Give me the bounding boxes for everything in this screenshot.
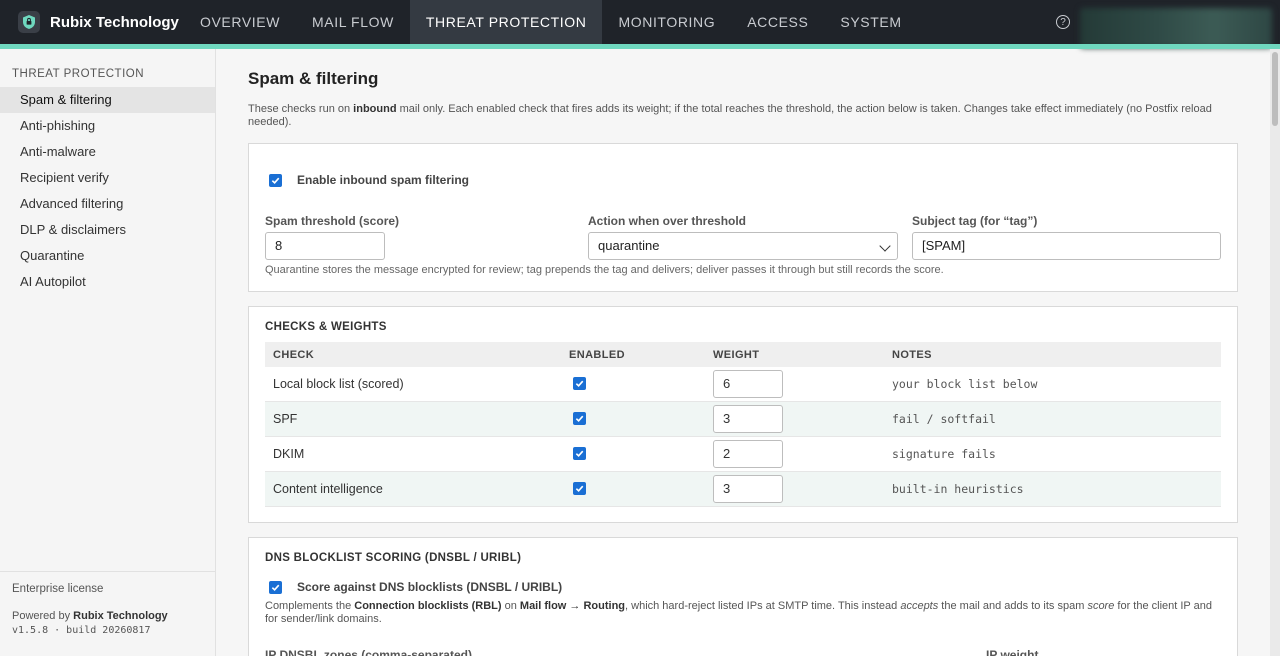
check-weight-input[interactable]: 3 <box>713 475 783 503</box>
header-check: CHECK <box>273 348 315 361</box>
check-enabled-checkbox[interactable] <box>573 482 586 495</box>
page-intro: These checks run on inbound mail only. E… <box>248 103 1238 129</box>
check-notes: built-in heuristics <box>892 482 1024 496</box>
dnsbl-desc-accepts: accepts <box>900 600 939 612</box>
powered-by: Powered by Rubix Technology <box>0 610 215 622</box>
header-notes: NOTES <box>892 348 932 361</box>
ip-weight-label: IP weight <box>986 648 1039 656</box>
page-scrollbar[interactable] <box>1270 49 1280 656</box>
help-icon[interactable]: ? <box>1056 15 1070 29</box>
nav-overview[interactable]: OVERVIEW <box>184 0 296 44</box>
sidebar-item-anti-phishing[interactable]: Anti-phishing <box>0 113 215 139</box>
dnsbl-desc-3: , which hard-reject listed IPs at SMTP t… <box>625 600 901 612</box>
sidebar-item-ai-autopilot[interactable]: AI Autopilot <box>0 269 215 295</box>
dnsbl-description: Complements the Connection blocklists (R… <box>265 600 1225 626</box>
chevron-down-icon <box>879 240 891 252</box>
sidebar-footer: Enterprise license Powered by Rubix Tech… <box>0 571 215 636</box>
check-weight-input[interactable]: 3 <box>713 405 783 433</box>
version-label: v1.5.8 · build 20260817 <box>12 625 151 636</box>
header-enabled: ENABLED <box>569 348 625 361</box>
main-nav: OVERVIEW MAIL FLOW THREAT PROTECTION MON… <box>184 0 918 44</box>
brand[interactable]: Rubix Technology <box>0 11 184 33</box>
page-title: Spam & filtering <box>248 69 379 88</box>
threshold-label: Spam threshold (score) <box>265 214 400 228</box>
table-row: Content intelligence 3 built-in heuristi… <box>265 472 1221 507</box>
table-row: DKIM 2 signature fails <box>265 437 1221 472</box>
check-enabled-checkbox[interactable] <box>573 377 586 390</box>
checks-weights-card: CHECKS & WEIGHTS CHECK ENABLED WEIGHT NO… <box>248 306 1238 523</box>
threshold-input[interactable]: 8 <box>265 232 385 260</box>
header-weight: WEIGHT <box>713 348 760 361</box>
sidebar-item-dlp-disclaimers[interactable]: DLP & disclaimers <box>0 217 215 243</box>
table-row: Local block list (scored) 6 your block l… <box>265 367 1221 402</box>
dnsbl-desc-routing-link: Mail flow → Routing <box>519 600 626 612</box>
spam-settings-card: Enable inbound spam filtering Spam thres… <box>248 143 1238 292</box>
user-account-area[interactable] <box>1080 8 1272 48</box>
ip-zones-label: IP DNSBL zones (comma-separated) <box>265 648 472 656</box>
check-enabled-checkbox[interactable] <box>573 447 586 460</box>
table-row: SPF 3 fail / softfail <box>265 402 1221 437</box>
check-notes: signature fails <box>892 447 996 461</box>
enable-spam-filtering-checkbox[interactable] <box>269 173 282 187</box>
dnsbl-desc-4: the mail and adds to its spam <box>938 600 1088 612</box>
checks-section-title: CHECKS & WEIGHTS <box>265 321 387 333</box>
nav-system[interactable]: SYSTEM <box>824 0 917 44</box>
top-navbar: Rubix Technology OVERVIEW MAIL FLOW THRE… <box>0 0 1280 48</box>
dnsbl-enable-label: Score against DNS blocklists (DNSBL / UR… <box>297 580 563 594</box>
check-name: DKIM <box>273 447 305 461</box>
checks-table-header: CHECK ENABLED WEIGHT NOTES <box>265 342 1221 367</box>
sidebar-item-advanced-filtering[interactable]: Advanced filtering <box>0 191 215 217</box>
check-notes: your block list below <box>892 377 1038 391</box>
sidebar-item-recipient-verify[interactable]: Recipient verify <box>0 165 215 191</box>
page-scrollbar-thumb[interactable] <box>1272 52 1278 126</box>
check-weight-input[interactable]: 2 <box>713 440 783 468</box>
powered-prefix: Powered by <box>12 610 74 622</box>
main-content: Spam & filtering These checks run on inb… <box>216 49 1270 656</box>
check-name: Local block list (scored) <box>273 377 404 391</box>
nav-threat-protection[interactable]: THREAT PROTECTION <box>409 0 603 44</box>
action-select[interactable]: quarantine <box>588 232 898 260</box>
sidebar-item-spam-filtering[interactable]: Spam & filtering <box>0 87 215 113</box>
shield-logo-icon <box>18 11 40 33</box>
checks-table: CHECK ENABLED WEIGHT NOTES Local block l… <box>265 342 1221 507</box>
dnsbl-section-title: DNS BLOCKLIST SCORING (DNSBL / URIBL) <box>265 552 522 564</box>
intro-bold: inbound <box>353 103 397 115</box>
action-select-value: quarantine <box>598 238 660 253</box>
sidebar: THREAT PROTECTION Spam & filtering Anti-… <box>0 49 216 656</box>
powered-name: Rubix Technology <box>73 610 168 622</box>
check-name: SPF <box>273 412 298 426</box>
license-label: Enterprise license <box>12 583 104 595</box>
enable-spam-filtering-label: Enable inbound spam filtering <box>297 173 470 187</box>
action-hint: Quarantine stores the message encrypted … <box>265 264 944 276</box>
subject-tag-label: Subject tag (for “tag”) <box>912 214 1038 228</box>
intro-text-1: These checks run on <box>248 103 354 115</box>
dnsbl-card: DNS BLOCKLIST SCORING (DNSBL / URIBL) Sc… <box>248 537 1238 656</box>
dnsbl-desc-1: Complements the <box>265 600 355 612</box>
check-name: Content intelligence <box>273 482 383 496</box>
dnsbl-enable-row[interactable]: Score against DNS blocklists (DNSBL / UR… <box>269 580 562 594</box>
nav-access[interactable]: ACCESS <box>731 0 824 44</box>
check-enabled-checkbox[interactable] <box>573 412 586 425</box>
dnsbl-desc-score: score <box>1087 600 1115 612</box>
check-notes: fail / softfail <box>892 412 996 426</box>
dnsbl-desc-rbl-link: Connection blocklists (RBL) <box>354 600 502 612</box>
sidebar-item-anti-malware[interactable]: Anti-malware <box>0 139 215 165</box>
subject-tag-input[interactable]: [SPAM] <box>912 232 1221 260</box>
action-label: Action when over threshold <box>588 214 747 228</box>
sidebar-item-quarantine[interactable]: Quarantine <box>0 243 215 269</box>
dnsbl-desc-2: on <box>501 600 520 612</box>
enable-spam-filtering-row[interactable]: Enable inbound spam filtering <box>269 173 469 187</box>
nav-mail-flow[interactable]: MAIL FLOW <box>296 0 410 44</box>
check-weight-input[interactable]: 6 <box>713 370 783 398</box>
nav-monitoring[interactable]: MONITORING <box>602 0 731 44</box>
dnsbl-enable-checkbox[interactable] <box>269 580 282 594</box>
brand-name: Rubix Technology <box>50 13 179 31</box>
sidebar-heading: THREAT PROTECTION <box>12 68 145 80</box>
